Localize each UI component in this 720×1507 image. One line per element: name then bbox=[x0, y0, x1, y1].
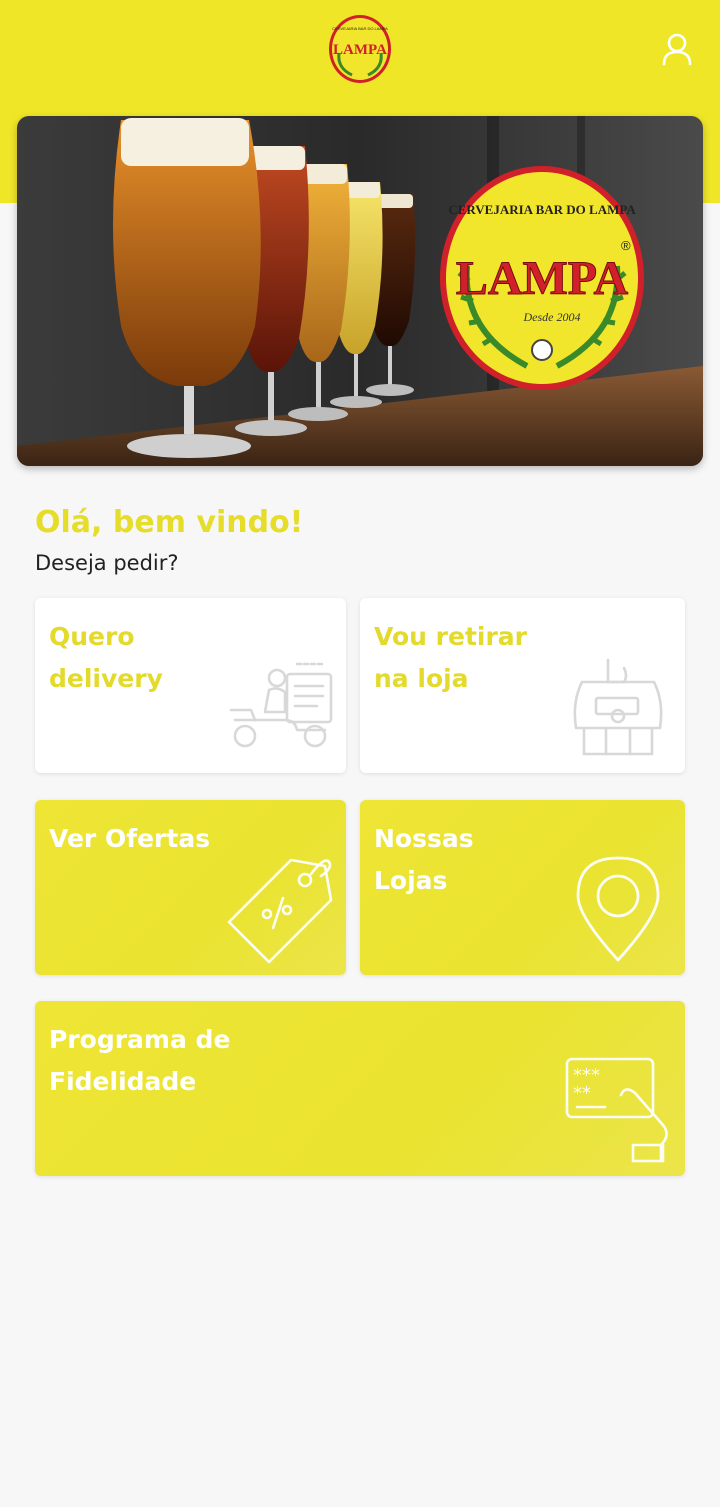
brand-logo[interactable]: LAMPA CERVEJARIA BAR DO LAMPA bbox=[327, 13, 393, 85]
emblem-ring-text: CERVEJARIA BAR DO LAMPA bbox=[448, 202, 636, 217]
store-pickup-icon bbox=[573, 658, 663, 756]
user-icon bbox=[662, 33, 692, 66]
pickup-card[interactable]: Vou retirar na loja bbox=[360, 598, 685, 773]
location-pin-icon bbox=[576, 856, 660, 962]
hero-banner[interactable]: CERVEJARIA BAR DO LAMPA LAMPA Desde 2004… bbox=[17, 116, 703, 466]
offers-card[interactable]: Ver Ofertas bbox=[35, 800, 346, 975]
price-tag-icon bbox=[227, 858, 333, 964]
emblem-brand-name: LAMPA bbox=[456, 252, 629, 305]
greeting-title: Olá, bem vindo! bbox=[35, 505, 304, 540]
stores-card-label: Nossas Lojas bbox=[374, 824, 474, 895]
loyalty-card[interactable]: Programa de Fidelidade *** ** bbox=[35, 1001, 685, 1176]
svg-text:CERVEJARIA BAR DO LAMPA: CERVEJARIA BAR DO LAMPA bbox=[332, 26, 388, 31]
delivery-scooter-icon bbox=[229, 662, 333, 748]
delivery-card[interactable]: Quero delivery bbox=[35, 598, 346, 773]
logo-text: LAMPA bbox=[333, 42, 387, 58]
offers-card-label: Ver Ofertas bbox=[49, 824, 211, 853]
loyalty-card-label: Programa de Fidelidade bbox=[49, 1025, 231, 1096]
registered-mark: ® bbox=[621, 238, 631, 253]
delivery-card-label: Quero delivery bbox=[49, 622, 163, 693]
pickup-card-label: Vou retirar na loja bbox=[374, 622, 527, 693]
svg-text:**: ** bbox=[573, 1083, 591, 1104]
lampa-brand-emblem: CERVEJARIA BAR DO LAMPA LAMPA Desde 2004… bbox=[440, 166, 644, 390]
emblem-since: Desde 2004 bbox=[523, 310, 581, 324]
greeting-subtitle: Deseja pedir? bbox=[35, 551, 179, 575]
stores-card[interactable]: Nossas Lojas bbox=[360, 800, 685, 975]
loyalty-card-icon: *** ** bbox=[565, 1057, 668, 1163]
user-profile-button[interactable] bbox=[660, 32, 694, 66]
